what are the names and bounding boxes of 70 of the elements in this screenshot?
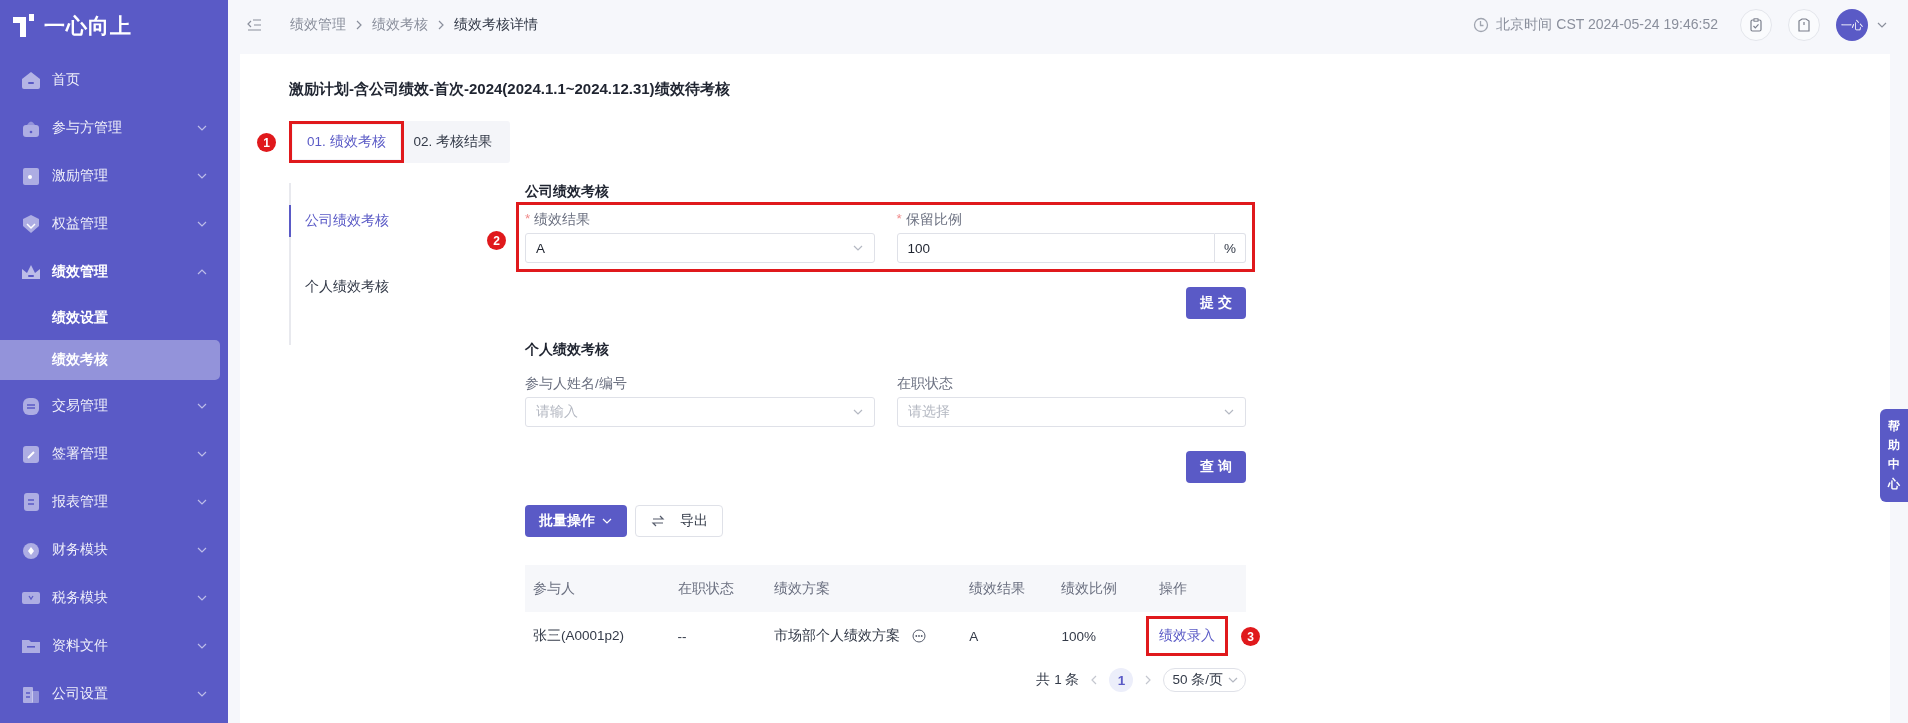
- section-nav-item[interactable]: 公司绩效考核: [289, 205, 475, 237]
- shirt-icon: [1796, 17, 1812, 33]
- batch-actions-button[interactable]: 批量操作: [525, 505, 627, 537]
- field-label: 绩效结果: [534, 211, 591, 229]
- page-title: 激励计划-含公司绩效-首次-2024(2024.1.1~2024.12.31)绩效待考核: [289, 80, 731, 99]
- sidebar-item[interactable]: 报表管理: [0, 478, 228, 526]
- query-button[interactable]: 查 询: [1186, 451, 1246, 483]
- table-cell: A: [969, 628, 979, 644]
- sidebar-item[interactable]: 资料文件: [0, 622, 228, 670]
- breadcrumb-item[interactable]: 绩效管理: [290, 16, 346, 34]
- page-number[interactable]: 1: [1109, 668, 1134, 692]
- sidebar-item[interactable]: 参与方管理: [0, 104, 228, 152]
- more-dots-icon[interactable]: [911, 629, 926, 643]
- sidebar-item[interactable]: 财务模块: [0, 526, 228, 574]
- clock-time: 北京时间 CST 2024-05-24 19:46:52: [1496, 16, 1718, 34]
- section-heading: 公司绩效考核: [525, 183, 610, 201]
- sidebar-item[interactable]: 绩效管理: [0, 248, 228, 296]
- export-button[interactable]: 导出: [635, 505, 723, 537]
- column-header: 在职状态: [669, 565, 766, 612]
- table-cell: --: [677, 628, 687, 644]
- section-nav-item[interactable]: 个人绩效考核: [289, 271, 475, 303]
- sidebar-item[interactable]: 激励管理: [0, 152, 228, 200]
- pen-icon: [20, 443, 42, 465]
- logo-text: 一心向上: [44, 13, 132, 39]
- chevron-right-icon: [354, 20, 364, 30]
- table-cell: 市场部个人绩效方案: [773, 627, 900, 645]
- shield-icon: [20, 213, 42, 235]
- sidebar-item[interactable]: 税务模块: [0, 574, 228, 622]
- column-header: 绩效比例: [1053, 565, 1152, 612]
- table-cell: 100%: [1061, 628, 1096, 644]
- clipboard-check-icon: [1748, 17, 1764, 33]
- select-field[interactable]: A: [525, 233, 875, 263]
- record-link[interactable]: 绩效录入: [1149, 619, 1226, 653]
- field-label: 保留比例: [905, 211, 962, 229]
- column-header: 参与人: [525, 565, 670, 612]
- chevron-right-icon: [436, 20, 446, 30]
- callout-badge: 3: [1241, 627, 1261, 646]
- submit-button[interactable]: 提 交: [1186, 287, 1246, 319]
- callout-badge: 1: [257, 133, 276, 152]
- field-label: 参与人姓名/编号: [525, 375, 627, 393]
- menu-collapse-icon[interactable]: [246, 18, 262, 32]
- column-header: 操作: [1151, 565, 1246, 612]
- total-count: 共 1 条: [1036, 671, 1080, 689]
- sidebar-subitem[interactable]: 绩效考核: [0, 340, 220, 380]
- sidebar-item[interactable]: 交易管理: [0, 382, 228, 430]
- breadcrumb-item[interactable]: 绩效考核: [372, 16, 428, 34]
- clock-icon: [1473, 17, 1490, 33]
- field-label: 在职状态: [896, 375, 953, 393]
- column-header: 绩效结果: [961, 565, 1054, 612]
- breadcrumb-item: 绩效考核详情: [454, 16, 538, 34]
- table-cell: 张三(A0001p2): [533, 628, 625, 643]
- sidebar-item[interactable]: 首页: [0, 56, 228, 104]
- sidebar-item[interactable]: 签署管理: [0, 430, 228, 478]
- clipboard-button[interactable]: [1740, 9, 1772, 41]
- user-avatar[interactable]: 一心: [1836, 9, 1868, 41]
- house-icon: [20, 69, 42, 91]
- unit-suffix: %: [1215, 233, 1246, 263]
- callout-badge: 2: [487, 231, 506, 250]
- shirt-button[interactable]: [1788, 9, 1820, 41]
- column-header: 绩效方案: [765, 565, 962, 612]
- help-center-tab[interactable]: 帮助中心: [1880, 409, 1908, 502]
- tab[interactable]: 02. 考核结果: [399, 125, 507, 159]
- input-field[interactable]: 100: [896, 233, 1215, 263]
- section-heading: 个人绩效考核: [525, 341, 610, 359]
- sidebar-item[interactable]: 权益管理: [0, 200, 228, 248]
- required-asterisk: *: [896, 211, 902, 228]
- required-asterisk: *: [525, 211, 531, 228]
- sidebar-item[interactable]: 公司设置: [0, 670, 228, 718]
- swap-arrows-icon: [650, 514, 666, 528]
- sidebar-subitem[interactable]: 绩效设置: [0, 298, 220, 338]
